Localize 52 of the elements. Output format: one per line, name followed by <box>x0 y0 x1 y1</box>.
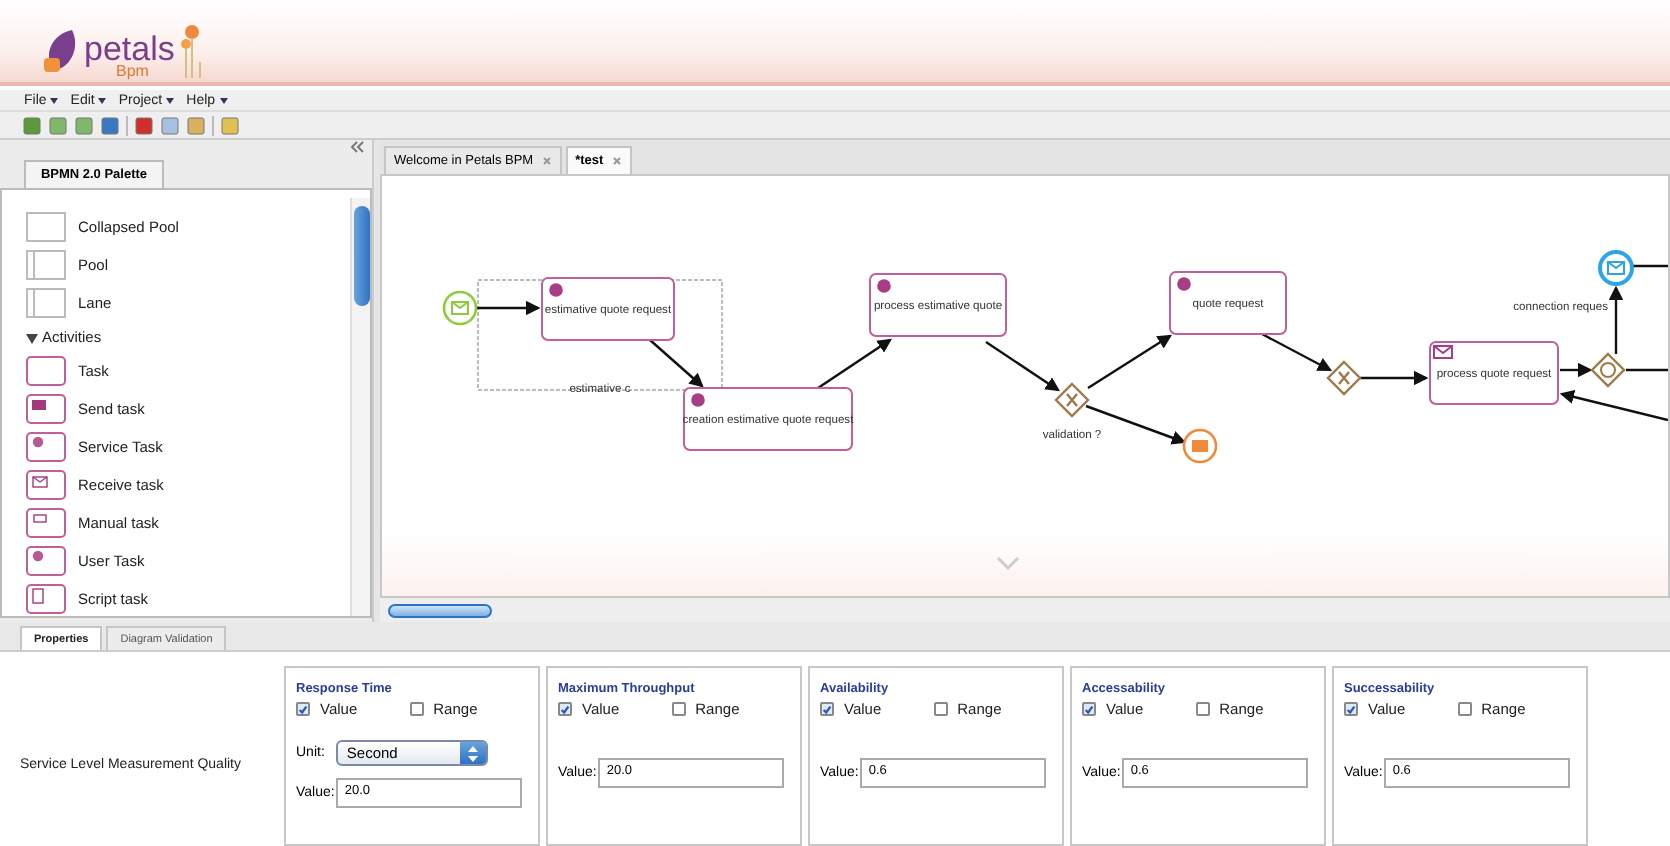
checkbox[interactable] <box>409 702 424 716</box>
lane-icon <box>26 288 66 318</box>
start-event-icon <box>442 290 478 326</box>
pool-icon <box>26 212 66 242</box>
checkbox[interactable] <box>296 702 310 716</box>
connector-arrow <box>476 300 541 316</box>
checkbox[interactable] <box>1195 702 1210 716</box>
task-box[interactable] <box>869 273 1007 337</box>
logo: petals Bpm <box>40 0 207 78</box>
task-icon <box>26 356 66 386</box>
connector-line <box>1632 264 1668 268</box>
caret-icon <box>98 97 107 104</box>
checkbox[interactable] <box>933 702 948 716</box>
connector-arrow <box>1261 332 1333 372</box>
task-box[interactable] <box>541 277 675 341</box>
scrollbar[interactable] <box>380 598 1670 622</box>
stepper-arrows-icon <box>468 745 479 761</box>
checkbox[interactable] <box>671 702 686 716</box>
checkbox[interactable] <box>1457 702 1472 716</box>
connector-arrow <box>817 338 892 389</box>
connector-arrow <box>1360 370 1429 386</box>
gateway-icon <box>1590 352 1626 388</box>
connector-arrow <box>985 341 1060 392</box>
checkbox[interactable] <box>1344 702 1358 716</box>
envelope-icon <box>1433 345 1453 359</box>
close-icon[interactable] <box>611 156 622 166</box>
task-box[interactable] <box>1169 271 1287 335</box>
gateway-icon <box>1326 360 1362 396</box>
close-icon[interactable] <box>541 156 552 166</box>
connector-arrow <box>1560 362 1593 378</box>
envelope-icon <box>26 394 66 424</box>
message-event-icon <box>1598 250 1634 286</box>
chevron-icon <box>996 556 1020 571</box>
scrollbar[interactable] <box>350 198 370 616</box>
envelope-icon <box>26 470 66 500</box>
connector-line <box>1626 368 1668 372</box>
task-box[interactable] <box>1429 341 1559 405</box>
lane-icon <box>26 250 66 280</box>
connector-arrow <box>1087 334 1173 389</box>
caret-icon <box>219 97 228 104</box>
connector-arrow <box>649 339 704 388</box>
end-event-icon <box>1182 428 1218 464</box>
triangle-icon <box>26 331 38 343</box>
checkbox[interactable] <box>558 702 572 716</box>
gateway-icon <box>1054 382 1090 418</box>
connector-arrow <box>1559 389 1668 422</box>
checkbox[interactable] <box>1082 702 1096 716</box>
connector-arrow <box>1608 285 1624 354</box>
collapse-icon[interactable] <box>350 140 364 154</box>
checkbox[interactable] <box>820 702 834 716</box>
caret-icon <box>166 97 175 104</box>
caret-icon <box>50 97 59 104</box>
